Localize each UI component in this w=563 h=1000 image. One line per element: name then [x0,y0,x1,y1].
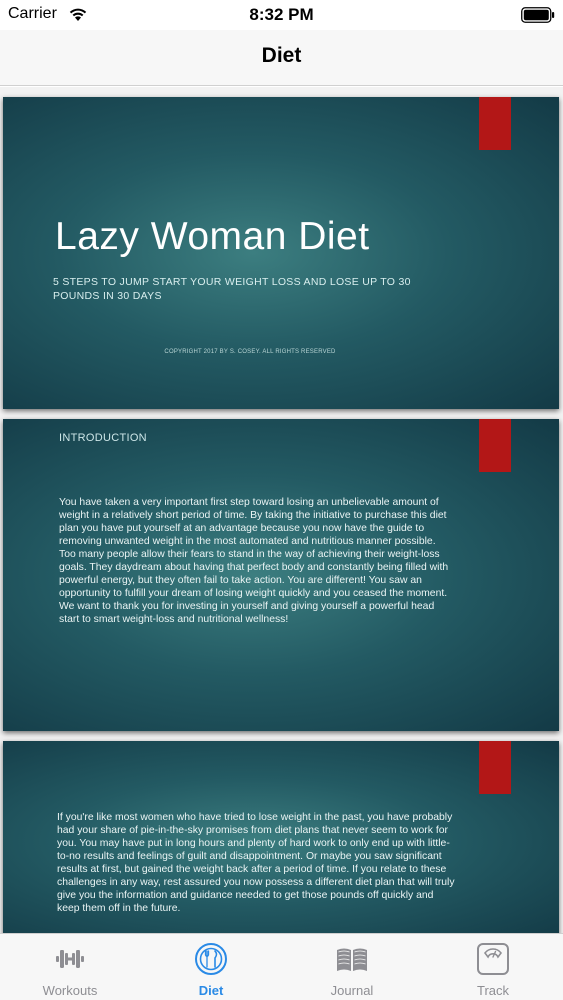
slide-page-3: If you're like most women who have tried… [3,741,559,933]
tab-label: Track [476,983,510,998]
battery-icon [521,7,555,23]
plate-utensils-icon [195,943,227,975]
slide-accent-tab [479,97,511,150]
screen: Carrier 8:32 PM Diet Lazy Woman Diet 5 S… [0,0,563,1000]
navigation-bar: Diet [0,30,563,86]
tab-journal[interactable]: Journal [282,934,422,1000]
slide-accent-tab [479,741,511,794]
page-title: Diet [261,44,302,67]
diet-content-scroll[interactable]: Lazy Woman Diet 5 STEPS TO JUMP START YO… [0,87,563,933]
slide-introduction: INTRODUCTION You have taken a very impor… [3,419,559,731]
tab-workouts[interactable]: Workouts [0,934,140,1000]
slide-accent-tab [479,419,511,472]
tab-track[interactable]: Track [423,934,563,1000]
book-icon [337,948,367,971]
slide-heading: INTRODUCTION [59,432,147,444]
status-time: 8:32 PM [249,5,314,24]
slide-body-text: You have taken a very important first st… [59,497,449,625]
scale-icon [477,943,509,975]
slide-body-text: If you're like most women who have tried… [57,812,455,914]
slide-title-page: Lazy Woman Diet 5 STEPS TO JUMP START YO… [3,97,559,409]
tab-label: Journal [330,983,374,998]
status-bar: Carrier 8:32 PM [0,0,563,30]
tab-label: Diet [198,983,224,998]
dumbbell-icon [56,950,84,968]
slide-copyright: COPYRIGHT 2017 BY S. COSEY. ALL RIGHTS R… [164,349,336,355]
slide-subtitle: 5 STEPS TO JUMP START YOUR WEIGHT LOSS A… [53,276,411,302]
tab-label: Workouts [42,983,98,998]
tab-diet[interactable]: Diet [141,934,281,1000]
slide-title: Lazy Woman Diet [55,215,370,258]
tab-bar: Workouts Diet Journal Track [0,933,563,1000]
